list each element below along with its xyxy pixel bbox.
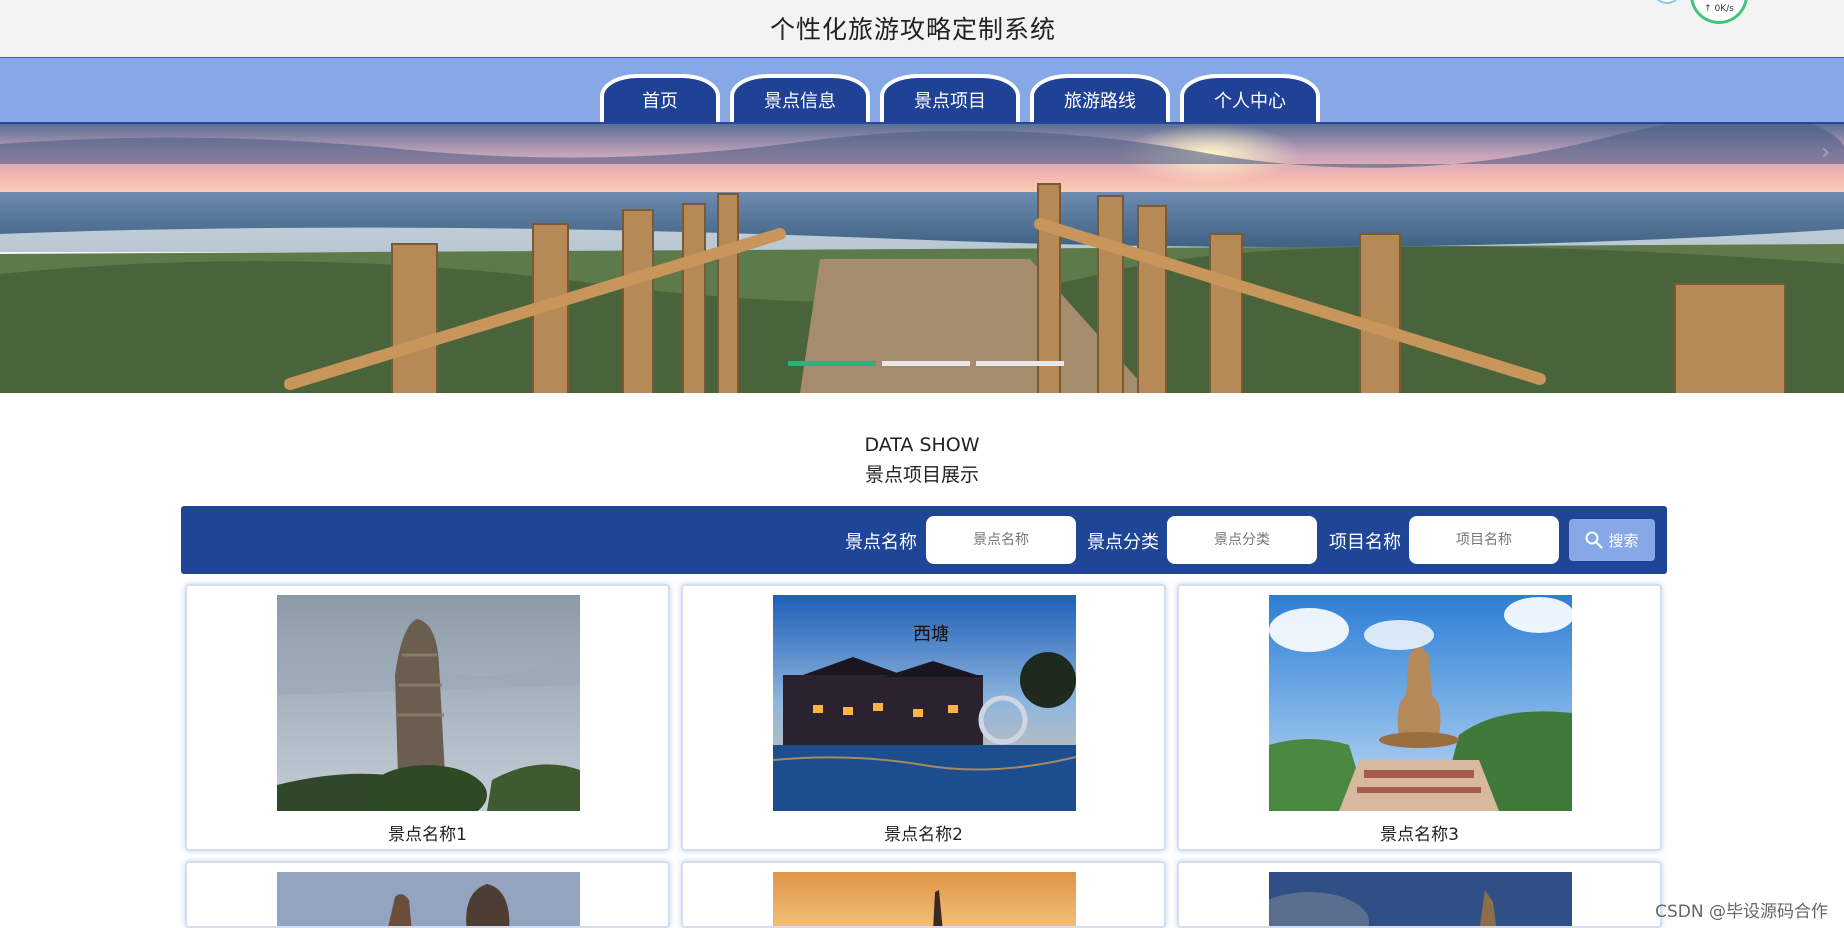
attraction-card[interactable] — [681, 861, 1166, 928]
carousel-indicator[interactable] — [882, 361, 970, 366]
attraction-image: 西塘 — [773, 595, 1076, 811]
site-title: 个性化旅游攻略定制系统 — [769, 15, 1056, 44]
attraction-image — [277, 595, 580, 811]
attraction-name-input[interactable] — [926, 516, 1076, 564]
attraction-card[interactable]: 西塘 景点名称2 — [681, 584, 1166, 851]
carousel-indicator[interactable] — [788, 361, 876, 366]
nav-tab-home[interactable]: 首页 — [600, 74, 720, 122]
attraction-card-title: 景点名称1 — [388, 825, 467, 845]
banner-image — [0, 124, 1844, 393]
section-title-cn: 景点项目展示 — [864, 464, 979, 486]
attraction-name-label: 景点名称 — [845, 532, 917, 553]
nav-bar: 首页 景点信息 景点项目 旅游路线 个人中心 — [0, 58, 1844, 124]
section-title-en: DATA SHOW — [864, 434, 980, 456]
search-button[interactable]: 搜索 — [1569, 519, 1655, 561]
project-name-input[interactable] — [1409, 516, 1559, 564]
nav-tab-attraction-projects[interactable]: 景点项目 — [880, 74, 1020, 122]
attraction-card[interactable]: 景点名称1 — [185, 584, 670, 851]
floating-ball-icon[interactable] — [1652, 0, 1682, 4]
nav-tab-travel-routes[interactable]: 旅游路线 — [1030, 74, 1170, 122]
carousel-indicators — [788, 361, 1064, 366]
attraction-card-title: 景点名称3 — [1380, 825, 1459, 845]
attraction-card[interactable] — [185, 861, 670, 928]
search-icon — [1585, 531, 1604, 549]
attraction-card[interactable]: 景点名称3 — [1177, 584, 1662, 851]
attraction-category-label: 景点分类 — [1087, 532, 1159, 553]
nav-tabs: 首页 景点信息 景点项目 旅游路线 个人中心 — [600, 74, 1320, 122]
carousel-indicator[interactable] — [976, 361, 1064, 366]
banner-carousel[interactable]: › — [0, 124, 1844, 393]
attraction-image — [1269, 872, 1572, 926]
search-button-label: 搜索 — [1608, 531, 1639, 550]
attraction-category-input[interactable] — [1167, 516, 1317, 564]
top-header: 个性化旅游攻略定制系统 ↑ 0K/s — [0, 0, 1844, 58]
watermark: CSDN @毕设源码合作 — [1655, 902, 1828, 922]
svg-text:西塘: 西塘 — [913, 624, 949, 645]
search-bar: 景点名称 景点分类 项目名称 搜索 — [181, 506, 1667, 574]
carousel-next-arrow[interactable]: › — [1821, 140, 1830, 165]
network-speed-text: ↑ 0K/s — [1704, 4, 1734, 14]
attraction-image — [773, 872, 1076, 926]
nav-tab-attraction-info[interactable]: 景点信息 — [730, 74, 870, 122]
attraction-image — [277, 872, 580, 926]
nav-tab-personal-center[interactable]: 个人中心 — [1180, 74, 1320, 122]
attraction-image — [1269, 595, 1572, 811]
attraction-card-title: 景点名称2 — [884, 825, 963, 845]
attraction-card[interactable] — [1177, 861, 1662, 928]
project-name-label: 项目名称 — [1329, 532, 1401, 553]
